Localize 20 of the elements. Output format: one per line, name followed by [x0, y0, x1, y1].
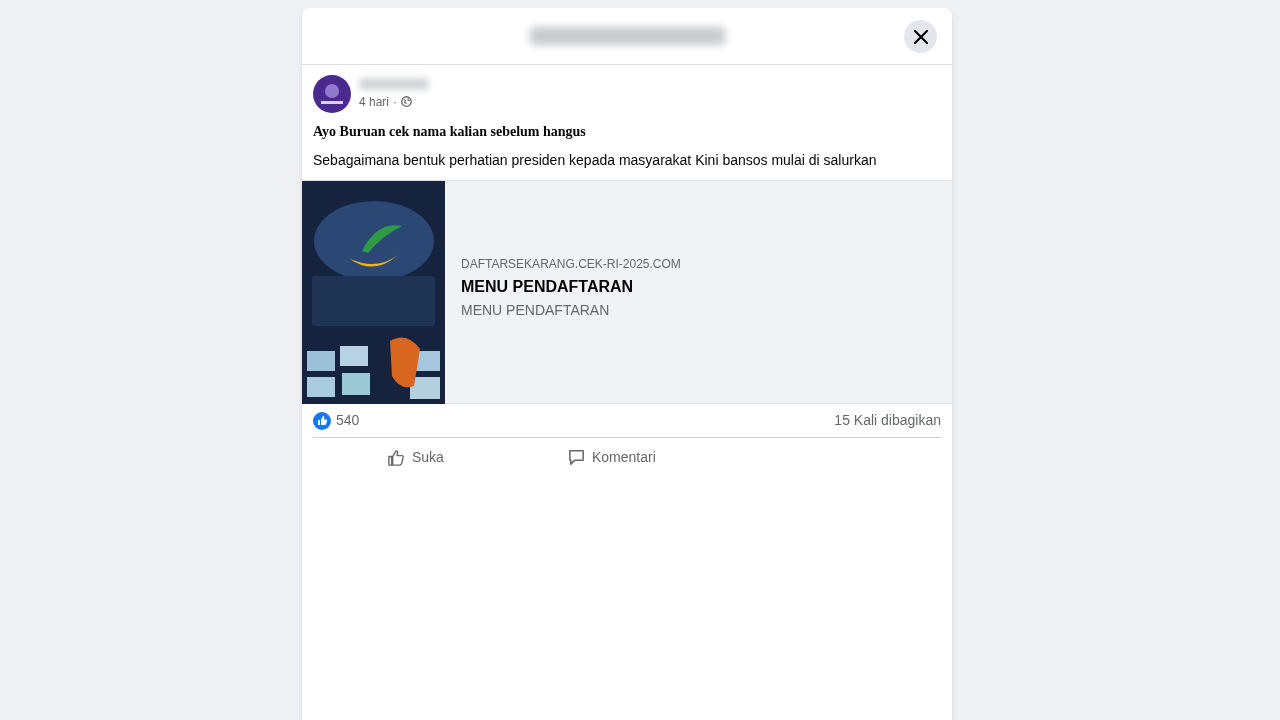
like-reaction-icon[interactable]: [313, 411, 331, 430]
thumbs-up-icon: [387, 447, 406, 467]
post-time[interactable]: 4 hari: [359, 92, 390, 111]
blurred-author-name: [359, 77, 429, 90]
post-headline: Ayo Buruan cek nama kalian sebelum hangus: [312, 123, 587, 141]
link-description: MENU PENDAFTARAN: [461, 301, 611, 320]
like-button[interactable]: Suka: [387, 440, 521, 474]
comment-button[interactable]: Komentari: [567, 440, 707, 474]
separator: ·: [393, 93, 398, 111]
avatar[interactable]: [313, 75, 351, 113]
reaction-count[interactable]: 540: [336, 410, 360, 431]
link-preview[interactable]: DAFTARSEKARANG.CEK-RI-2025.COM MENU PENDAFTARAN MENU PENDAFTARAN: [302, 180, 952, 404]
post-text: Sebagaimana bentuk perhatian presiden kepada masyarakat Kini bansos mulai di salurkan: [312, 151, 878, 170]
link-domain: DAFTARSEKARANG.CEK-RI-2025.COM: [461, 256, 682, 273]
close-button[interactable]: [904, 20, 937, 53]
close-icon: [913, 29, 928, 44]
globe-icon: [401, 96, 413, 107]
share-count[interactable]: 15 Kali dibagikan: [834, 410, 941, 431]
speech-bubble-icon: [567, 447, 586, 467]
link-title[interactable]: MENU PENDAFTARAN: [461, 275, 952, 299]
